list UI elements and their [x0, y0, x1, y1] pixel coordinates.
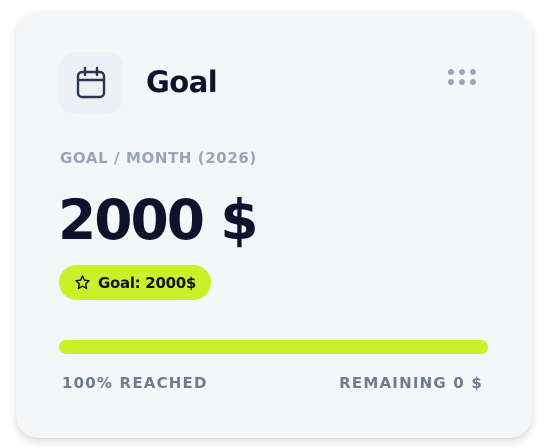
- goal-badge-text: Goal: 2000$: [98, 273, 196, 292]
- progress-bar: [59, 340, 488, 354]
- calendar-icon-box: [59, 52, 123, 114]
- goal-amount: 2000 $: [58, 188, 258, 252]
- progress-reached-label: 100% REACHED: [62, 374, 208, 392]
- star-icon: [75, 275, 90, 290]
- progress-bar-fill: [59, 340, 488, 354]
- progress-remaining-label: REMAINING 0 $: [339, 374, 483, 392]
- card-menu-button[interactable]: [441, 62, 483, 92]
- goal-card: Goal GOAL / MONTH (2026) 2000 $ Goal: 20…: [16, 12, 532, 438]
- card-title: Goal: [146, 65, 218, 99]
- goal-period-label: GOAL / MONTH (2026): [60, 149, 257, 167]
- goal-badge: Goal: 2000$: [59, 265, 211, 300]
- dots-grid-icon: [448, 69, 476, 85]
- calendar-icon: [76, 66, 106, 99]
